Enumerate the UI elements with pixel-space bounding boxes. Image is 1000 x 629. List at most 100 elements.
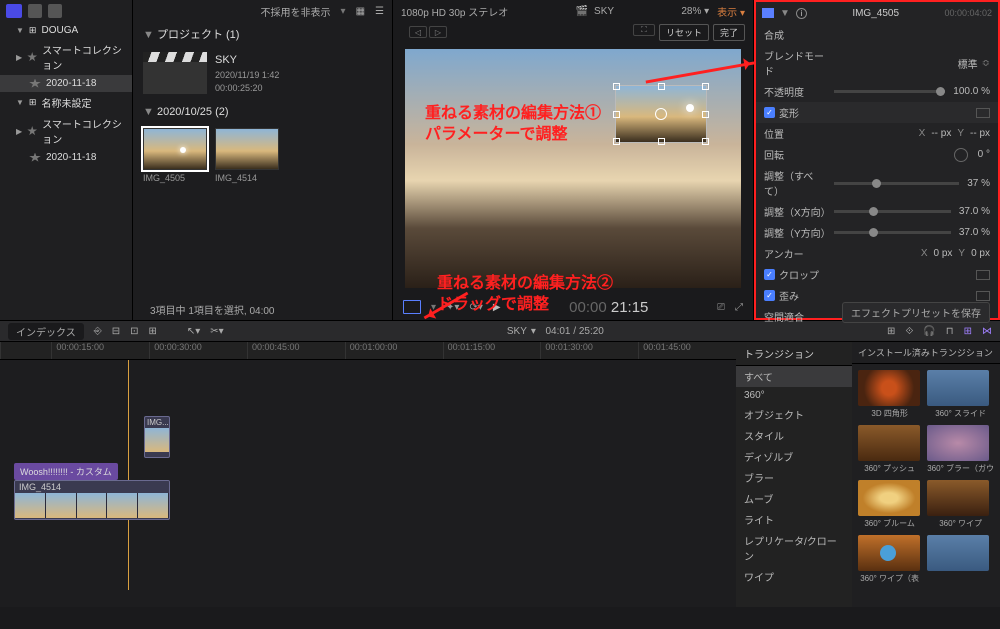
effect-thumbnail[interactable]	[927, 480, 989, 516]
reset-icon[interactable]	[976, 108, 990, 118]
save-preset-button[interactable]: エフェクトプリセットを保存	[842, 302, 990, 323]
reset-icon[interactable]	[976, 270, 990, 280]
append-icon[interactable]: ⊡	[130, 326, 138, 337]
overwrite-icon[interactable]: ⊞	[148, 326, 156, 337]
transition-category[interactable]: レプリケータ/クローン	[736, 530, 852, 566]
resize-handle[interactable]	[702, 111, 709, 118]
scale-x-slider[interactable]	[834, 210, 951, 213]
scale-y-value[interactable]: 37.0 %	[959, 227, 990, 238]
resize-handle[interactable]	[613, 138, 620, 145]
scale-y-slider[interactable]	[834, 231, 951, 234]
transition-category[interactable]: ディゾルブ	[736, 446, 852, 467]
photos-icon[interactable]	[28, 4, 42, 18]
transition-category[interactable]: すべて	[736, 366, 852, 387]
transition-category[interactable]: オブジェクト	[736, 404, 852, 425]
anchor-x-value[interactable]: 0 px	[934, 248, 953, 259]
crop-checkbox[interactable]: ✓	[764, 269, 775, 280]
transitions-icon[interactable]: ⋈	[982, 326, 992, 337]
overlay-clip[interactable]	[615, 85, 707, 143]
filter-dropdown[interactable]: 不採用を非表示	[261, 4, 331, 19]
list-icon[interactable]: ☰	[375, 6, 384, 17]
transition-category[interactable]: ブラー	[736, 467, 852, 488]
resize-handle[interactable]	[658, 83, 665, 90]
opacity-slider[interactable]	[834, 90, 945, 93]
skimming-icon[interactable]: ⊞	[887, 326, 895, 337]
browser-status: 3項目中 1項目を選択, 04:00	[150, 302, 274, 317]
rotation-dial[interactable]	[954, 148, 968, 162]
done-button[interactable]: 完了	[713, 24, 745, 41]
resize-handle[interactable]	[613, 111, 620, 118]
fit-icon[interactable]: ⛶	[633, 24, 655, 36]
clip-thumbnail[interactable]	[143, 128, 207, 170]
transition-category[interactable]: ムーブ	[736, 488, 852, 509]
sidebar-item[interactable]: 2020-11-18	[0, 149, 132, 166]
clip-thumbnail[interactable]	[215, 128, 279, 170]
viewer-canvas[interactable]: 重ねる素材の編集方法①パラメーターで調整 重ねる素材の編集方法②ドラッグで調整	[405, 49, 741, 288]
anchor-y-value[interactable]: 0 px	[971, 248, 990, 259]
effects-icon[interactable]: ⊞	[964, 326, 972, 337]
effect-thumbnail[interactable]	[858, 370, 920, 406]
nav-next-icon[interactable]: ▷	[429, 26, 447, 38]
rotation-value[interactable]: 0 °	[978, 149, 990, 160]
timeline-clip[interactable]: IMG...	[144, 416, 170, 458]
transition-category[interactable]: ライト	[736, 509, 852, 530]
info-tab-icon[interactable]: i	[796, 8, 807, 19]
position-y-value[interactable]: -- px	[970, 128, 990, 139]
resize-handle[interactable]	[702, 138, 709, 145]
blend-mode-dropdown[interactable]: 標準	[958, 56, 978, 71]
project-thumbnail[interactable]	[143, 52, 207, 94]
effect-thumbnail[interactable]	[927, 425, 989, 461]
snap-icon[interactable]: ⊓	[946, 326, 954, 337]
position-x-value[interactable]: -- px	[931, 128, 951, 139]
grid-icon[interactable]: ▦	[356, 6, 365, 17]
scale-all-value[interactable]: 37 %	[967, 178, 990, 189]
dropdown-icon[interactable]: ▼	[780, 8, 790, 19]
audio-skim-icon[interactable]: ⟐	[905, 326, 913, 337]
nav-prev-icon[interactable]: ◁	[409, 26, 427, 38]
connect-icon[interactable]: ⎆	[94, 326, 102, 337]
center-handle[interactable]	[655, 108, 667, 120]
trim-tool-icon[interactable]: ✂▾	[210, 326, 223, 337]
resize-handle[interactable]	[658, 138, 665, 145]
effect-thumbnail[interactable]	[858, 425, 920, 461]
display-dropdown[interactable]: 表示 ▾	[717, 4, 745, 19]
transform-checkbox[interactable]: ✓	[764, 107, 775, 118]
timeline-panel[interactable]: 00:00:15:00 00:00:30:00 00:00:45:00 00:0…	[0, 342, 736, 607]
sidebar-item[interactable]: ▶スマートコレクション	[0, 39, 132, 75]
scale-x-value[interactable]: 37.0 %	[959, 206, 990, 217]
arrow-tool-icon[interactable]: ↖▾	[187, 326, 200, 337]
video-tab-icon[interactable]	[762, 8, 774, 18]
sidebar-item[interactable]: 2020-11-18	[0, 75, 132, 92]
insert-icon[interactable]: ⊟	[112, 326, 120, 337]
effect-thumbnail[interactable]	[858, 535, 920, 571]
distort-checkbox[interactable]: ✓	[764, 290, 775, 301]
fullscreen-icon[interactable]: ⤢	[735, 302, 743, 313]
timeline-ruler[interactable]: 00:00:15:00 00:00:30:00 00:00:45:00 00:0…	[0, 342, 736, 360]
sidebar-item[interactable]: ▶スマートコレクション	[0, 113, 132, 149]
timeline-marker[interactable]: Woosh!!!!!!!! - カスタム	[14, 463, 118, 480]
timeline-clip[interactable]: IMG_4514	[14, 480, 170, 520]
effect-thumbnail[interactable]	[927, 535, 989, 571]
reset-icon[interactable]	[976, 291, 990, 301]
library-icon[interactable]	[6, 4, 22, 18]
scale-all-slider[interactable]	[834, 182, 959, 185]
resize-handle[interactable]	[613, 83, 620, 90]
opacity-value[interactable]: 100.0 %	[953, 86, 990, 97]
transition-category[interactable]: スタイル	[736, 425, 852, 446]
playhead[interactable]	[128, 360, 129, 590]
resize-handle[interactable]	[702, 83, 709, 90]
index-button[interactable]: インデックス	[8, 323, 84, 340]
inspector-title: IMG_4505	[813, 8, 939, 19]
zoom-dropdown[interactable]: 28% ▾	[681, 6, 709, 17]
loop-icon[interactable]: ⎚	[717, 302, 725, 313]
transform-tool-icon[interactable]	[403, 300, 421, 314]
effect-thumbnail[interactable]	[927, 370, 989, 406]
media-icon[interactable]	[48, 4, 62, 18]
solo-icon[interactable]: 🎧	[923, 326, 935, 337]
effect-thumbnail[interactable]	[858, 480, 920, 516]
library-root[interactable]: ▼⊞DOUGA	[0, 22, 132, 39]
reset-button[interactable]: リセット	[659, 24, 709, 41]
transition-category[interactable]: 360°	[736, 387, 852, 404]
library-root[interactable]: ▼⊞名称未設定	[0, 92, 132, 113]
transition-category[interactable]: ワイプ	[736, 566, 852, 587]
